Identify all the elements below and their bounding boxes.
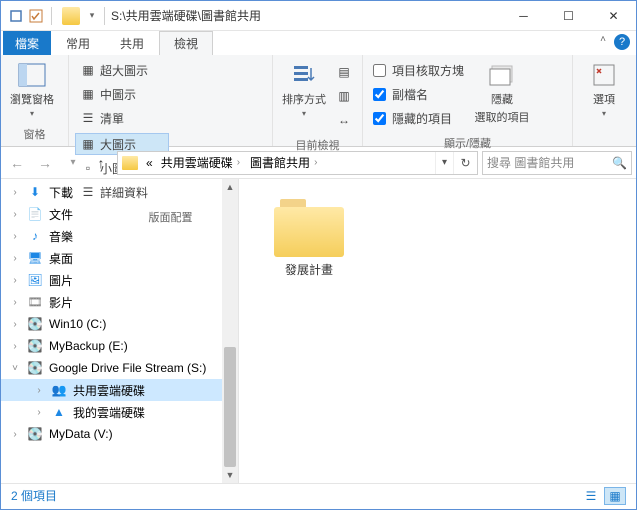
ribbon-group-options: 選項 ▾ [573,55,636,146]
address-bar-row: ← → ▾ ↑ « 共用雲端硬碟› 圖書館共用› ▾ ↻ 搜尋 圖書館共用 🔍 [1,147,636,179]
layout-extra-large-button[interactable]: ▦超大圖示 [75,59,169,81]
file-extensions-toggle[interactable]: 副檔名 [369,83,468,105]
tab-share[interactable]: 共用 [105,31,159,55]
tree-item-gdrive[interactable]: ˅💽Google Drive File Stream (S:) [1,357,238,379]
address-history-dropdown[interactable]: ▾ [435,152,453,174]
ribbon-group-layout: ▦超大圖示 ▦中圖示 ☰清單 ▦大圖示 ▫小圖示 ☰詳細資料 版面配置 [69,55,273,146]
tab-file[interactable]: 檔案 [3,31,51,55]
back-button[interactable]: ← [5,151,29,175]
up-button[interactable]: ↑ [89,151,113,175]
tree-item-my-drive[interactable]: ›▲我的雲端硬碟 [1,401,238,423]
hide-selected-button[interactable]: 隱藏 選取的項目 [472,59,532,125]
options-button[interactable]: 選項 ▾ [579,59,629,118]
add-columns-button[interactable]: ▥ [333,85,355,107]
tree-item-desktop[interactable]: ›🖥桌面 [1,247,238,269]
tree-item-mybackup[interactable]: ›💽MyBackup (E:) [1,335,238,357]
forward-button[interactable]: → [33,151,57,175]
recent-locations-button[interactable]: ▾ [61,151,85,175]
item-checkboxes-toggle[interactable]: 項目核取方塊 [369,59,468,81]
tree-item-downloads[interactable]: ›⬇下載 [1,181,238,203]
breadcrumb-seg1[interactable]: 共用雲端硬碟› [157,152,246,174]
tree-item-pictures[interactable]: ›🖼圖片 [1,269,238,291]
navigation-pane-label: 瀏覽窗格 [10,91,54,107]
main-area: ›⬇下載 ›📄文件 ›♪音樂 ›🖥桌面 ›🖼圖片 ›🎞影片 ›💽Win10 (C… [1,179,636,483]
tree-scrollbar[interactable]: ▲ ▼ [222,179,238,483]
scroll-down-icon[interactable]: ▼ [222,467,238,483]
folder-label: 發展計畫 [285,261,333,278]
folder-icon [122,156,138,170]
folder-icon [62,7,80,25]
size-columns-button[interactable]: ↔ [333,109,355,131]
window-title: S:\共用雲端硬碟\圖書館共用 [111,7,261,24]
breadcrumb-seg2[interactable]: 圖書館共用› [246,152,323,174]
scroll-up-icon[interactable]: ▲ [222,179,238,195]
icons-view-button[interactable]: ▦ [604,487,626,505]
folder-icon [274,199,344,257]
tree-item-win10[interactable]: ›💽Win10 (C:) [1,313,238,335]
minimize-button[interactable]: ─ [501,1,546,30]
scroll-thumb[interactable] [224,347,236,467]
properties-icon[interactable] [7,7,25,25]
breadcrumb-root[interactable]: « [142,152,157,174]
tree-item-mydata[interactable]: ›💽MyData (V:) [1,423,238,445]
qat-dropdown-icon[interactable]: ▾ [86,7,98,25]
tab-home[interactable]: 常用 [51,31,105,55]
address-bar[interactable]: « 共用雲端硬碟› 圖書館共用› ▾ ↻ [117,151,478,175]
ribbon-group-current-view: 排序方式 ▾ ▤ ▥ ↔ 目前檢視 [273,55,363,146]
tree-item-documents[interactable]: ›📄文件 [1,203,238,225]
navigation-tree[interactable]: ›⬇下載 ›📄文件 ›♪音樂 ›🖥桌面 ›🖼圖片 ›🎞影片 ›💽Win10 (C… [1,179,239,483]
status-bar: 2 個項目 ☰ ▦ [1,483,636,507]
layout-list-button[interactable]: ☰清單 [75,107,169,129]
content-pane[interactable]: 發展計畫 [239,179,636,483]
ribbon-tabs: 檔案 常用 共用 檢視 ˄ ? [1,31,636,55]
ribbon-group-panes: 瀏覽窗格 ▾ 窗格 [1,55,69,146]
checkbox-icon[interactable] [27,7,45,25]
ribbon: 瀏覽窗格 ▾ 窗格 ▦超大圖示 ▦中圖示 ☰清單 ▦大圖示 ▫小圖示 ☰詳細資料… [1,55,636,147]
options-label: 選項 [593,91,615,107]
sort-by-button[interactable]: 排序方式 ▾ [279,59,329,118]
search-icon: 🔍 [612,156,627,170]
ribbon-group-show-hide: 項目核取方塊 副檔名 隱藏的項目 隱藏 選取的項目 顯示/隱藏 [363,55,573,146]
layout-medium-button[interactable]: ▦中圖示 [75,83,169,105]
quick-access-toolbar: ▾ [1,7,109,25]
tree-item-music[interactable]: ›♪音樂 [1,225,238,247]
tab-view[interactable]: 檢視 [159,31,213,55]
sort-by-label: 排序方式 [282,91,326,107]
navigation-pane-button[interactable]: 瀏覽窗格 ▾ [7,59,57,118]
title-bar: ▾ S:\共用雲端硬碟\圖書館共用 ─ ☐ ✕ [1,1,636,31]
help-icon[interactable]: ? [614,34,630,50]
group-by-button[interactable]: ▤ [333,61,355,83]
close-button[interactable]: ✕ [591,1,636,30]
details-view-button[interactable]: ☰ [580,487,602,505]
item-count: 2 個項目 [11,487,57,504]
search-input[interactable]: 搜尋 圖書館共用 🔍 [482,151,632,175]
group-label-panes: 窗格 [1,124,68,146]
refresh-button[interactable]: ↻ [453,152,477,174]
tree-item-videos[interactable]: ›🎞影片 [1,291,238,313]
hidden-items-toggle[interactable]: 隱藏的項目 [369,107,468,129]
folder-item[interactable]: 發展計畫 [259,199,359,278]
tree-item-shared-drive[interactable]: ›👥共用雲端硬碟 [1,379,238,401]
maximize-button[interactable]: ☐ [546,1,591,30]
ribbon-collapse-icon[interactable]: ˄ [600,34,606,45]
search-placeholder: 搜尋 圖書館共用 [487,154,574,171]
